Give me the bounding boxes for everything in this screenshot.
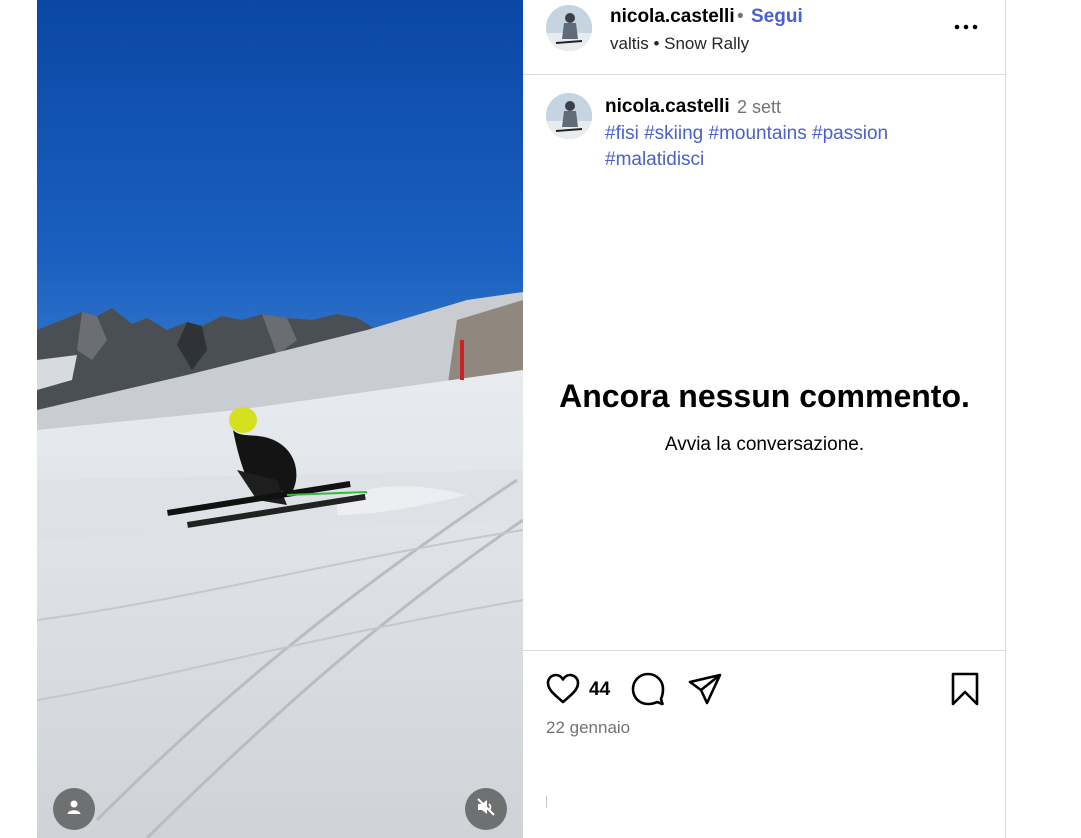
caption-username[interactable]: nicola.castelli	[605, 96, 730, 118]
ski-video-frame	[37, 0, 523, 838]
follow-button[interactable]: Segui	[751, 6, 803, 28]
save-button[interactable]	[949, 671, 981, 712]
hashtag-link[interactable]: #mountains	[709, 123, 807, 144]
avatar[interactable]	[546, 93, 592, 139]
hashtag-link[interactable]: #skiing	[644, 123, 703, 144]
like-count[interactable]: 44	[589, 679, 610, 701]
post-location-audio[interactable]: valtis • Snow Rally	[610, 34, 749, 54]
mute-button[interactable]	[465, 788, 507, 830]
comment-input-cursor	[546, 796, 547, 808]
hashtag-link[interactable]: #fisi	[605, 123, 639, 144]
comment-icon	[631, 672, 665, 706]
post-username[interactable]: nicola.castelli	[610, 6, 735, 28]
mute-icon	[475, 796, 497, 823]
separator-dot: •	[737, 6, 744, 27]
post-media-video[interactable]	[37, 0, 523, 838]
post-details-panel: nicola.castelli • Segui valtis • Snow Ra…	[523, 0, 1006, 838]
hashtag-link[interactable]: #malatidisci	[605, 149, 704, 170]
like-button[interactable]	[545, 671, 581, 712]
user-tag-icon	[65, 798, 83, 821]
bookmark-icon	[951, 672, 979, 706]
avatar[interactable]	[546, 5, 592, 51]
share-icon	[688, 673, 722, 705]
more-options-button[interactable]	[951, 12, 981, 42]
no-comments-subtitle: Avvia la conversazione.	[664, 434, 865, 455]
hashtag-link[interactable]: #passion	[812, 123, 888, 144]
post-actions: 44 22 gennaio	[523, 650, 1006, 838]
comment-button[interactable]	[630, 671, 666, 712]
more-horizontal-icon	[954, 24, 978, 30]
caption-time[interactable]: 2 sett	[737, 97, 781, 118]
share-button[interactable]	[687, 671, 723, 712]
post-date[interactable]: 22 gennaio	[546, 718, 630, 738]
user-tag-button[interactable]	[53, 788, 95, 830]
post-header: nicola.castelli • Segui valtis • Snow Ra…	[523, 0, 1006, 75]
caption-hashtags: #fisi #skiing #mountains #passion #malat…	[605, 121, 985, 173]
heart-icon	[546, 673, 580, 704]
no-comments-title: Ancora nessun commento.	[559, 378, 970, 414]
